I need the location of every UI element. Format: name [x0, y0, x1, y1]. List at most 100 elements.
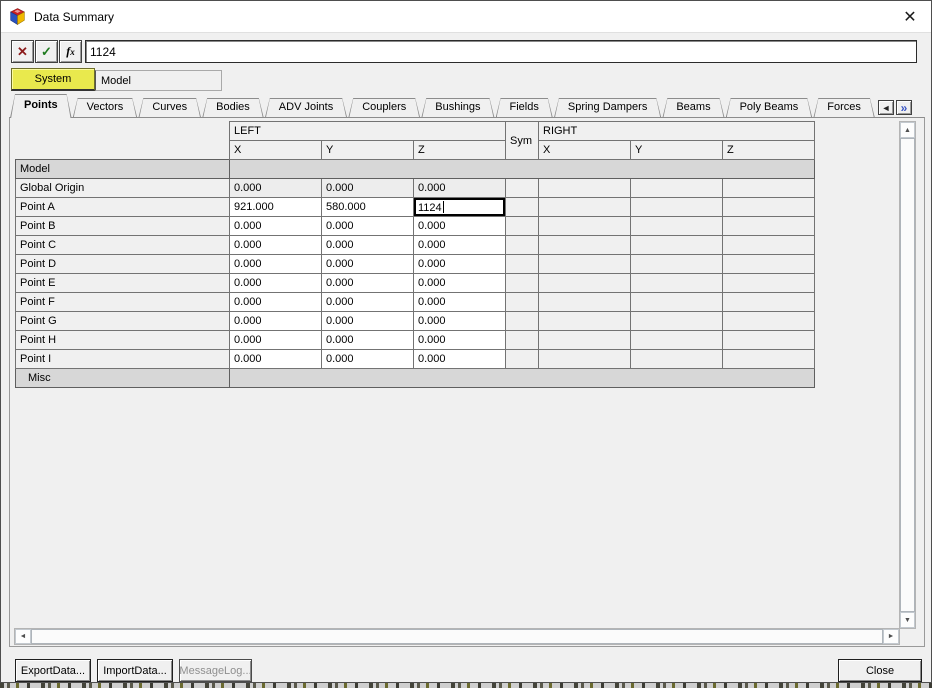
sym-cell[interactable]	[505, 197, 539, 217]
value-cell[interactable]	[538, 235, 631, 255]
value-cell[interactable]: 0.000	[321, 311, 414, 331]
value-cell[interactable]	[630, 292, 723, 312]
value-cell[interactable]: 0.000	[321, 235, 414, 255]
tab-scroll-left-icon[interactable]: ◄	[878, 100, 894, 115]
value-cell[interactable]	[722, 330, 815, 350]
value-cell[interactable]	[722, 197, 815, 217]
value-cell[interactable]	[630, 254, 723, 274]
value-cell[interactable]: 0.000	[413, 273, 506, 293]
scroll-up-icon[interactable]: ▲	[900, 122, 915, 138]
value-cell[interactable]	[722, 178, 815, 198]
sym-cell[interactable]	[505, 254, 539, 274]
sym-cell[interactable]	[505, 349, 539, 369]
value-cell[interactable]: 0.000	[321, 216, 414, 236]
tab-adv-joints[interactable]: ADV Joints	[265, 98, 347, 118]
value-cell[interactable]: 0.000	[229, 349, 322, 369]
sym-cell[interactable]	[505, 311, 539, 331]
value-cell[interactable]	[538, 273, 631, 293]
value-cell[interactable]: 0.000	[321, 349, 414, 369]
tab-bodies[interactable]: Bodies	[202, 98, 264, 118]
value-cell[interactable]: 0.000	[321, 330, 414, 350]
value-cell[interactable]	[538, 197, 631, 217]
scroll-down-icon[interactable]: ▼	[900, 612, 915, 628]
scroll-right-icon[interactable]: ►	[883, 629, 899, 644]
value-cell[interactable]: 0.000	[229, 330, 322, 350]
horizontal-scrollbar-thumb[interactable]	[31, 629, 883, 644]
tab-poly-beams[interactable]: Poly Beams	[726, 98, 813, 118]
sym-cell[interactable]	[505, 235, 539, 255]
value-cell[interactable]	[630, 197, 723, 217]
tab-vectors[interactable]: Vectors	[73, 98, 138, 118]
value-cell[interactable]	[722, 273, 815, 293]
value-cell[interactable]	[630, 273, 723, 293]
value-cell[interactable]	[630, 178, 723, 198]
value-cell[interactable]: 921.000	[229, 197, 322, 217]
value-cell[interactable]: 0.000	[229, 254, 322, 274]
value-cell[interactable]: 0.000	[321, 273, 414, 293]
sym-cell[interactable]	[505, 178, 539, 198]
tab-spring-dampers[interactable]: Spring Dampers	[554, 98, 661, 118]
message-log-button[interactable]: MessageLog...	[179, 659, 252, 682]
tab-points[interactable]: Points	[10, 94, 72, 118]
tab-scroll-right-icon[interactable]: »	[896, 100, 912, 115]
value-cell[interactable]	[722, 254, 815, 274]
value-cell[interactable]	[538, 349, 631, 369]
value-cell[interactable]	[630, 311, 723, 331]
value-cell[interactable]	[538, 330, 631, 350]
value-cell[interactable]	[722, 235, 815, 255]
close-icon[interactable]: ✕	[893, 1, 927, 32]
import-data-button[interactable]: ImportData...	[97, 659, 173, 682]
value-cell[interactable]	[722, 349, 815, 369]
value-cell[interactable]: 0.000	[229, 235, 322, 255]
value-cell[interactable]: 0.000	[413, 349, 506, 369]
value-cell[interactable]	[538, 311, 631, 331]
close-button[interactable]: Close	[838, 659, 922, 682]
tab-fields[interactable]: Fields	[496, 98, 553, 118]
value-cell[interactable]	[538, 178, 631, 198]
horizontal-scrollbar[interactable]: ◄ ►	[14, 628, 900, 645]
tab-system[interactable]: System	[11, 68, 95, 91]
value-cell[interactable]	[722, 311, 815, 331]
formula-input[interactable]	[85, 40, 917, 63]
value-cell[interactable]	[538, 216, 631, 236]
value-cell[interactable]	[630, 349, 723, 369]
value-cell[interactable]: 0.000	[413, 254, 506, 274]
export-data-button[interactable]: ExportData...	[15, 659, 91, 682]
value-cell[interactable]: 0.000	[321, 254, 414, 274]
accept-entry-button[interactable]: ✓	[35, 40, 58, 63]
function-builder-button[interactable]: fx	[59, 40, 82, 63]
tab-bushings[interactable]: Bushings	[421, 98, 494, 118]
scroll-left-icon[interactable]: ◄	[15, 629, 31, 644]
value-cell[interactable]: 0.000	[413, 330, 506, 350]
value-cell[interactable]: 0.000	[229, 273, 322, 293]
value-cell[interactable]: 0.000	[413, 311, 506, 331]
value-cell[interactable]	[722, 292, 815, 312]
sym-cell[interactable]	[505, 273, 539, 293]
value-cell[interactable]: 0.000	[321, 292, 414, 312]
sym-cell[interactable]	[505, 292, 539, 312]
value-cell[interactable]: 0.000	[229, 216, 322, 236]
tab-couplers[interactable]: Couplers	[348, 98, 420, 118]
tab-model[interactable]: Model	[95, 70, 222, 91]
value-cell[interactable]: 0.000	[413, 235, 506, 255]
value-cell[interactable]	[538, 292, 631, 312]
sym-cell[interactable]	[505, 330, 539, 350]
value-cell[interactable]	[630, 235, 723, 255]
value-cell[interactable]	[630, 216, 723, 236]
value-cell[interactable]: 0.000	[413, 292, 506, 312]
value-cell[interactable]	[630, 330, 723, 350]
vertical-scrollbar-thumb[interactable]	[900, 138, 915, 612]
tab-curves[interactable]: Curves	[138, 98, 201, 118]
value-cell[interactable]: 0.000	[229, 292, 322, 312]
value-cell[interactable]: 1124	[413, 197, 506, 217]
title-bar[interactable]: Data Summary ✕	[1, 1, 931, 33]
value-cell[interactable]: 580.000	[321, 197, 414, 217]
value-cell[interactable]	[722, 216, 815, 236]
value-cell[interactable]: 0.000	[413, 216, 506, 236]
tab-beams[interactable]: Beams	[662, 98, 724, 118]
cancel-entry-button[interactable]: ✕	[11, 40, 34, 63]
value-cell[interactable]	[538, 254, 631, 274]
vertical-scrollbar[interactable]: ▲ ▼	[899, 121, 916, 629]
tab-forces[interactable]: Forces	[813, 98, 875, 118]
sym-cell[interactable]	[505, 216, 539, 236]
